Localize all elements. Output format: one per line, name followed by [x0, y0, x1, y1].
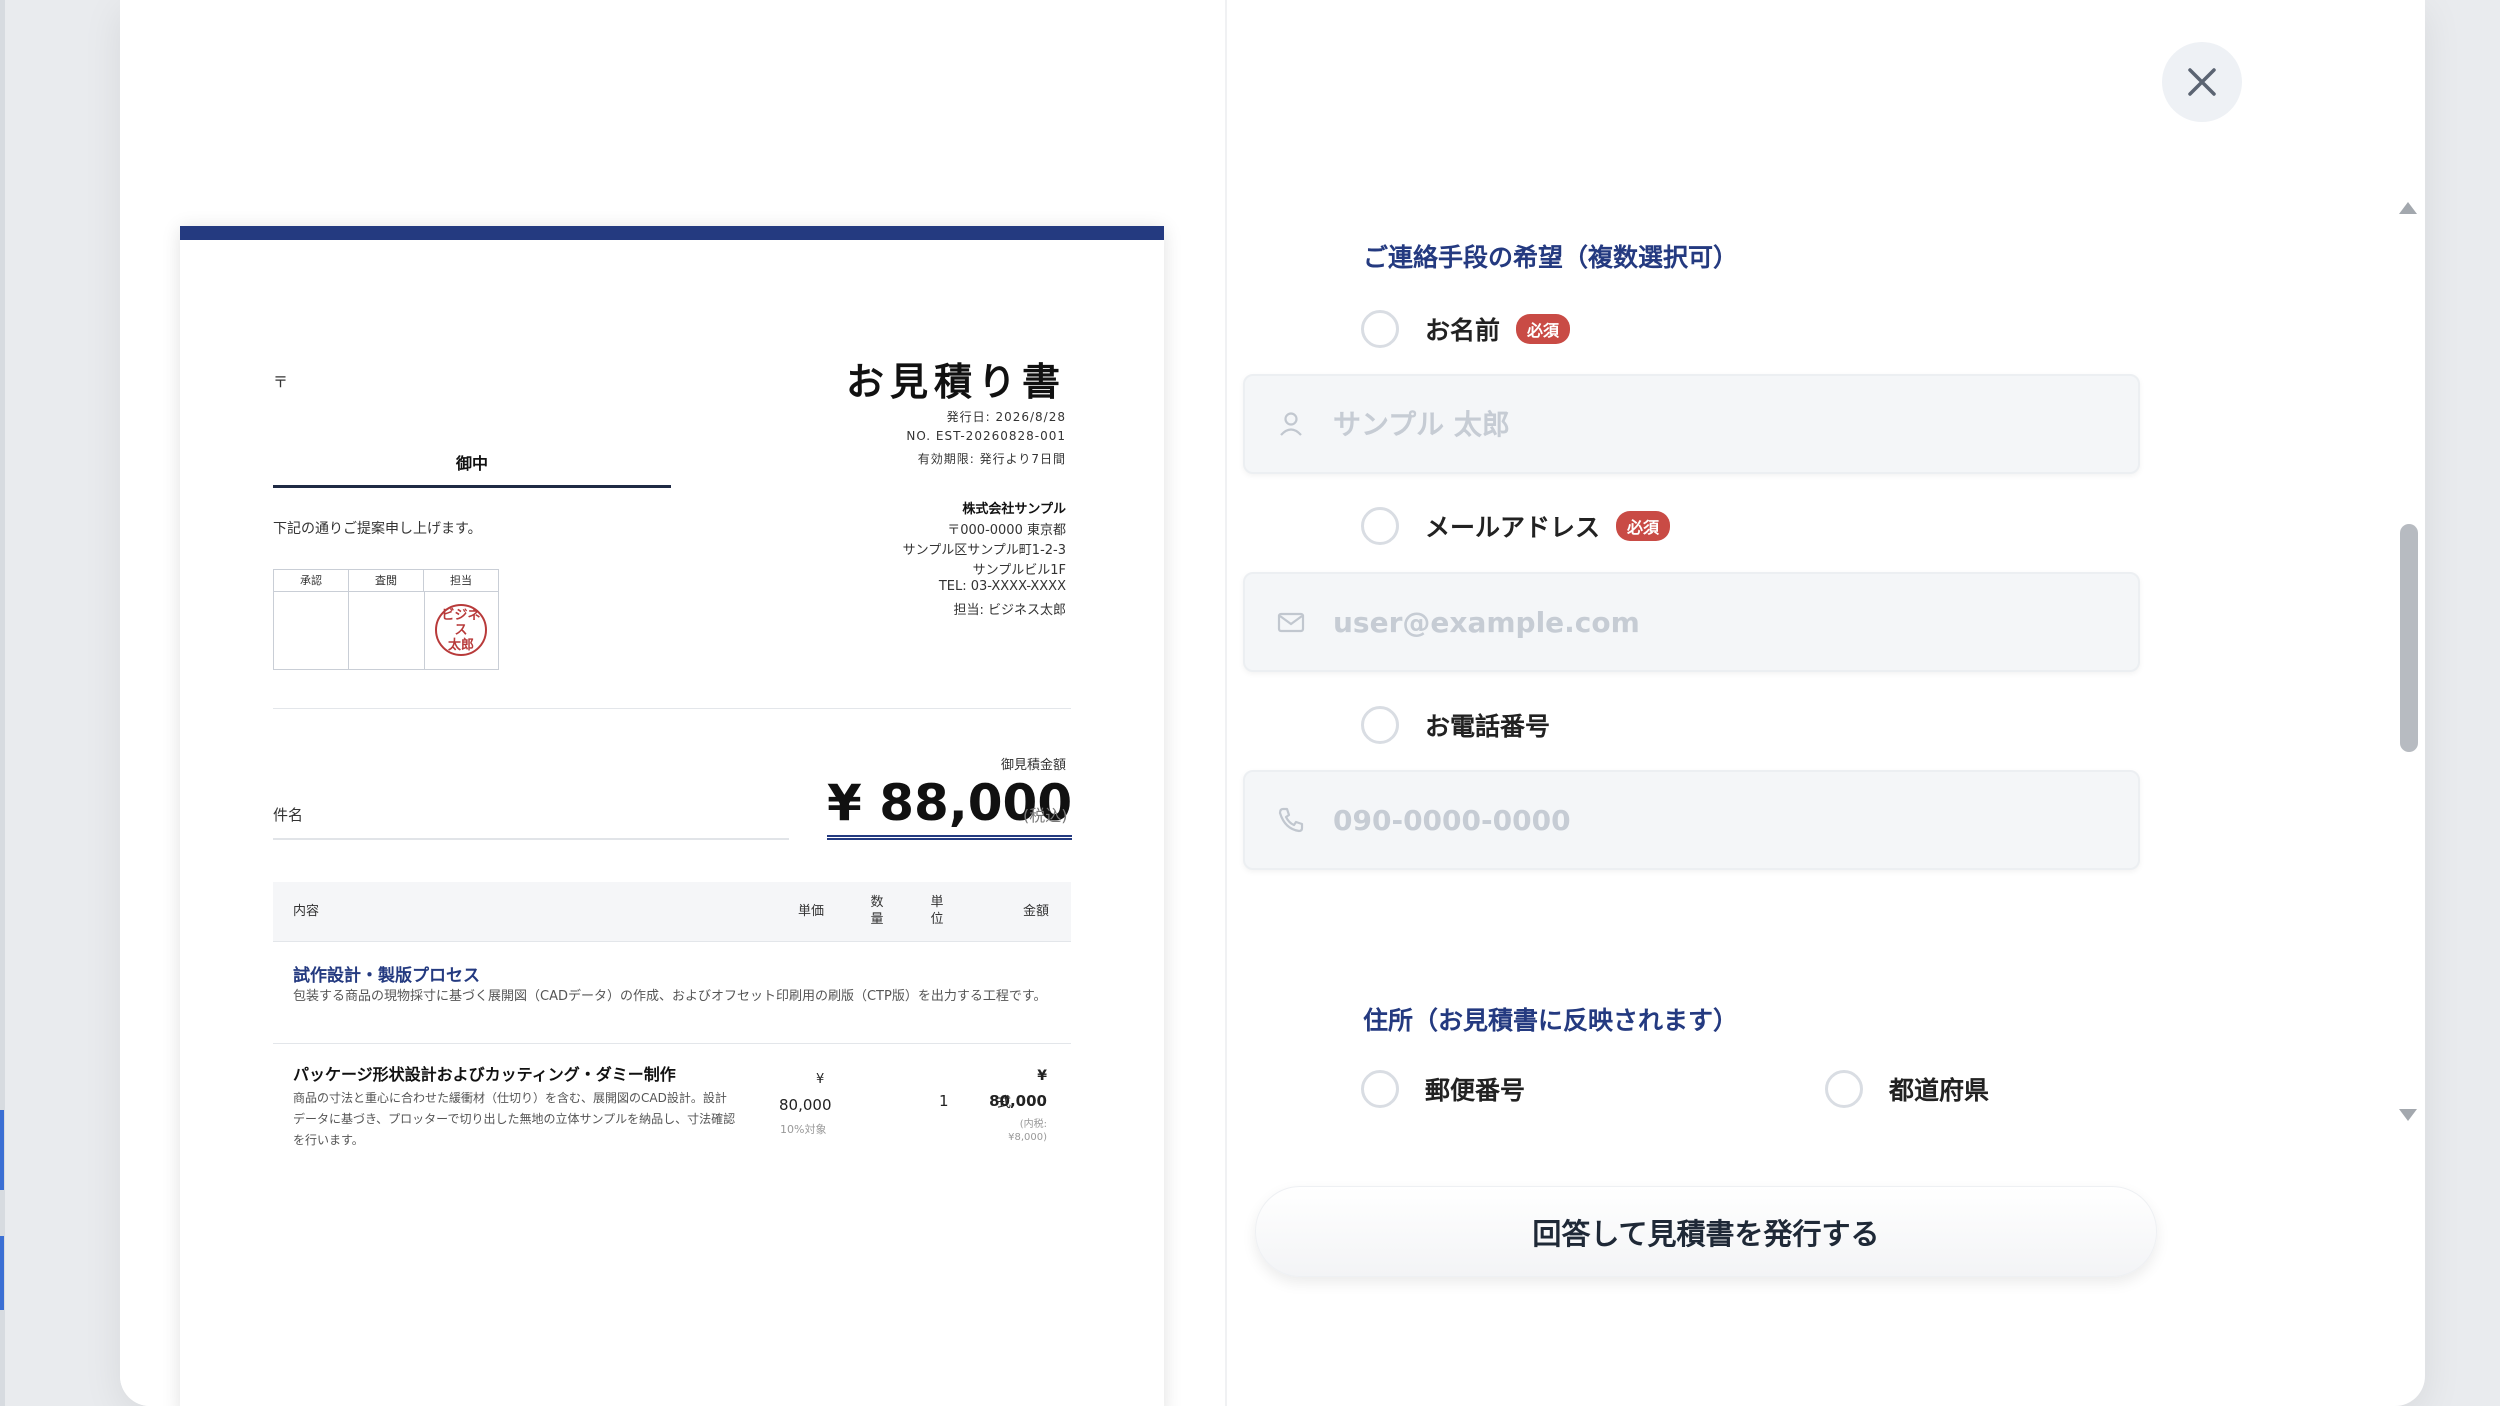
document-top-bar — [180, 226, 1164, 240]
required-badge: 必須 — [1616, 511, 1671, 541]
col-content: 内容 — [293, 904, 320, 919]
validity-period: 有効期限: 発行より7日間 — [917, 452, 1066, 466]
postal-code-checkbox[interactable] — [1361, 1070, 1399, 1108]
background-accent — [0, 1110, 4, 1190]
phone-field[interactable] — [1243, 770, 2140, 870]
prefecture-checkbox[interactable] — [1825, 1070, 1863, 1108]
person-icon — [1280, 412, 1302, 436]
review-header: 査閲 — [349, 570, 424, 591]
address-section-title: 住所（お見積書に反映されます） — [1363, 1006, 1739, 1035]
subject-underline — [273, 838, 789, 840]
quantity: 1 — [939, 1092, 949, 1110]
item-description: 商品の寸法と重心に合わせた緩衝材（仕切り）を含む、展開図のCAD設計。設計データ… — [293, 1091, 736, 1147]
line-total: 80,000 — [989, 1092, 1047, 1110]
document-title: お見積り書 — [845, 360, 1066, 404]
company-name: 株式会社サンプル — [962, 502, 1066, 517]
tax-target: 10%対象 — [780, 1123, 827, 1136]
col-qty: 数量 — [870, 895, 884, 927]
option-label: 都道府県 — [1889, 1076, 1990, 1105]
name-field[interactable] — [1243, 374, 2140, 474]
amount-underline — [827, 835, 1072, 840]
personal-seal: ビジネス 太郎 — [435, 604, 487, 656]
amount-label: 御見積金額 — [1000, 758, 1066, 773]
submit-button[interactable]: 回答して見積書を発行する — [1255, 1186, 2157, 1277]
approval-stamp-box: 承認 査閲 担当 ビジネス 太郎 — [273, 569, 499, 670]
postal-mark: 〒 — [273, 373, 289, 391]
close-button[interactable] — [2162, 42, 2242, 122]
col-unit-price: 単価 — [798, 904, 825, 919]
scrollbar-thumb[interactable] — [2400, 524, 2418, 752]
option-phone[interactable]: お電話番号 — [1361, 706, 1550, 744]
tax-included-label: (内税: — [1019, 1119, 1047, 1130]
name-checkbox[interactable] — [1361, 310, 1399, 348]
estimate-document: 〒 お見積り書 発行日: 2026/8/28 NO. EST-20260828-… — [180, 226, 1164, 1406]
scroll-up-arrow-icon[interactable] — [2399, 202, 2417, 214]
col-unit: 単位 — [930, 895, 944, 927]
company-tel: TEL: 03-XXXX-XXXX — [938, 579, 1066, 594]
company-address-2: サンプル区サンプル町1-2-3 — [902, 543, 1066, 558]
phone-checkbox[interactable] — [1361, 706, 1399, 744]
intro-text: 下記の通りご提案申し上げます。 — [273, 521, 482, 537]
recipient-underline — [273, 485, 671, 488]
email-input[interactable] — [1333, 574, 2113, 670]
tax-included-note: (税込) — [1023, 806, 1068, 825]
email-field[interactable] — [1243, 572, 2140, 672]
option-label: メールアドレス — [1425, 513, 1601, 542]
subject-label: 件名 — [273, 806, 304, 824]
unit-price: 80,000 — [779, 1096, 832, 1114]
option-prefecture[interactable]: 都道府県 — [1825, 1070, 1989, 1108]
option-name[interactable]: お名前 必須 — [1361, 310, 1571, 348]
name-input[interactable] — [1333, 376, 2113, 472]
option-label: 郵便番号 — [1425, 1076, 1526, 1105]
recipient-suffix: 御中 — [455, 454, 488, 473]
table-row-divider — [273, 1043, 1071, 1044]
required-badge: 必須 — [1516, 314, 1571, 344]
approval-header: 承認 — [274, 570, 349, 591]
col-total: 金額 — [1023, 904, 1050, 919]
unit-price-yen: ¥ — [816, 1072, 825, 1087]
background-window-edge — [0, 0, 5, 1406]
close-icon — [2188, 68, 2216, 96]
email-checkbox[interactable] — [1361, 507, 1399, 545]
item-description: 包装する商品の現物採寸に基づく展開図（CADデータ）の作成、およびオフセット印刷… — [293, 989, 1047, 1004]
estimate-number: NO. EST-20260828-001 — [906, 429, 1066, 443]
total-yen: ¥ — [1037, 1068, 1047, 1084]
scroll-down-arrow-icon[interactable] — [2399, 1109, 2417, 1121]
item-title: パッケージ形状設計およびカッティング・ダミー制作 — [293, 1065, 676, 1084]
option-label: お名前 — [1425, 316, 1501, 345]
person-header: 担当 — [450, 574, 472, 587]
estimate-preview-pane: 〒 お見積り書 発行日: 2026/8/28 NO. EST-20260828-… — [120, 0, 1225, 1406]
contact-section-title: ご連絡手段の希望（複数選択可） — [1363, 243, 1739, 272]
company-person: 担当: ビジネス太郎 — [953, 603, 1066, 618]
option-label: お電話番号 — [1425, 712, 1551, 741]
phone-icon — [1278, 807, 1304, 833]
item-title: 試作設計・製版プロセス — [293, 966, 480, 986]
pane-divider — [1225, 0, 1227, 1406]
section-separator — [273, 708, 1071, 709]
company-address-3: サンプルビル1F — [972, 563, 1066, 578]
background-accent — [0, 1236, 4, 1310]
option-postal-code[interactable]: 郵便番号 — [1361, 1070, 1525, 1108]
tax-amount: ¥8,000) — [1008, 1132, 1047, 1143]
option-email[interactable]: メールアドレス 必須 — [1361, 507, 1671, 545]
issue-date: 発行日: 2026/8/28 — [946, 410, 1066, 424]
mail-icon — [1277, 612, 1305, 633]
phone-input[interactable] — [1333, 772, 2113, 868]
company-address-1: 〒000-0000 東京都 — [947, 523, 1066, 538]
table-header: 内容 単価 数量 単位 金額 — [273, 882, 1071, 942]
